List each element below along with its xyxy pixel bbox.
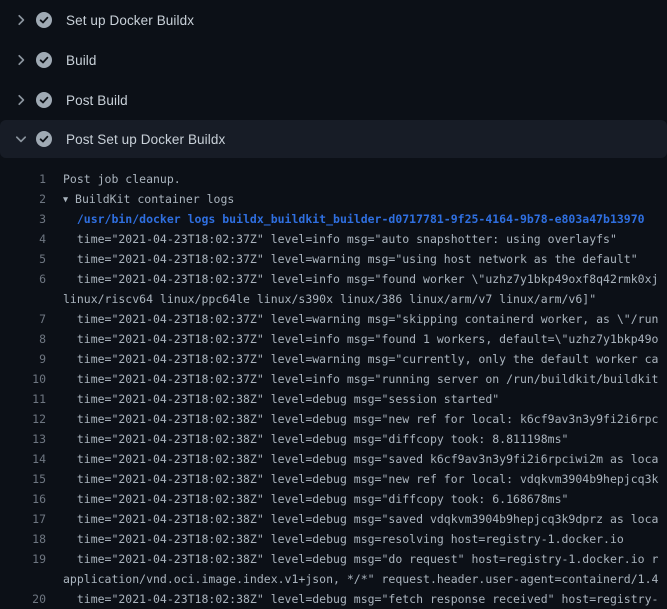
log-line: 7 time="2021-04-23T18:02:37Z" level=warn… xyxy=(0,309,667,329)
log-text: time="2021-04-23T18:02:37Z" level=info m… xyxy=(46,229,617,249)
line-number[interactable]: 5 xyxy=(0,249,46,269)
log-line: 16 time="2021-04-23T18:02:38Z" level=deb… xyxy=(0,489,667,509)
line-number[interactable]: 16 xyxy=(0,489,46,509)
log-line: 11 time="2021-04-23T18:02:38Z" level=deb… xyxy=(0,389,667,409)
log-text: time="2021-04-23T18:02:38Z" level=debug … xyxy=(46,589,658,609)
log-text: time="2021-04-23T18:02:38Z" level=debug … xyxy=(46,389,499,409)
step-label: Set up Docker Buildx xyxy=(66,13,194,28)
log-lines: 1Post job cleanup.2▼ BuildKit container … xyxy=(0,158,667,609)
log-line: 5 time="2021-04-23T18:02:37Z" level=warn… xyxy=(0,249,667,269)
line-number[interactable]: 2 xyxy=(0,189,46,209)
log-text: time="2021-04-23T18:02:38Z" level=debug … xyxy=(46,529,624,549)
log-text: time="2021-04-23T18:02:38Z" level=debug … xyxy=(46,549,658,569)
line-number[interactable]: 13 xyxy=(0,429,46,449)
log-line: 15 time="2021-04-23T18:02:38Z" level=deb… xyxy=(0,469,667,489)
line-number xyxy=(0,289,46,309)
line-number[interactable]: 4 xyxy=(0,229,46,249)
line-number[interactable]: 10 xyxy=(0,369,46,389)
log-line: linux/riscv64 linux/ppc64le linux/s390x … xyxy=(0,289,667,309)
step-header-post-set-up-docker-buildx[interactable]: Post Set up Docker Buildx xyxy=(0,120,667,158)
step-header-build[interactable]: Build xyxy=(0,40,667,80)
log-line: 13 time="2021-04-23T18:02:38Z" level=deb… xyxy=(0,429,667,449)
log-text: time="2021-04-23T18:02:38Z" level=debug … xyxy=(46,489,568,509)
check-circle-icon xyxy=(36,131,52,147)
line-number[interactable]: 19 xyxy=(0,549,46,569)
chevron-right-icon[interactable] xyxy=(13,92,29,108)
log-line: 12 time="2021-04-23T18:02:38Z" level=deb… xyxy=(0,409,667,429)
line-number xyxy=(0,569,46,589)
log-line: 19 time="2021-04-23T18:02:38Z" level=deb… xyxy=(0,549,667,569)
step-header-set-up-docker-buildx[interactable]: Set up Docker Buildx xyxy=(0,0,667,40)
line-number[interactable]: 18 xyxy=(0,529,46,549)
log-command-text: /usr/bin/docker logs buildx_buildkit_bui… xyxy=(46,209,645,229)
check-circle-icon xyxy=(36,12,52,28)
check-circle-icon xyxy=(36,92,52,108)
log-line: 2▼ BuildKit container logs xyxy=(0,189,667,209)
line-number[interactable]: 11 xyxy=(0,389,46,409)
step-label: Post Build xyxy=(66,93,128,108)
log-line: 8 time="2021-04-23T18:02:37Z" level=info… xyxy=(0,329,667,349)
log-text: time="2021-04-23T18:02:37Z" level=info m… xyxy=(46,329,658,349)
step-list: Set up Docker Buildx Build Post Build Po… xyxy=(0,0,667,158)
log-line: 3 /usr/bin/docker logs buildx_buildkit_b… xyxy=(0,209,667,229)
step-label: Post Set up Docker Buildx xyxy=(66,132,225,147)
log-group-header: ▼ BuildKit container logs xyxy=(46,189,234,209)
log-line: 1Post job cleanup. xyxy=(0,169,667,189)
group-label[interactable]: BuildKit container logs xyxy=(68,192,234,206)
log-line: 4 time="2021-04-23T18:02:37Z" level=info… xyxy=(0,229,667,249)
log-text: time="2021-04-23T18:02:38Z" level=debug … xyxy=(46,409,658,429)
log-text: time="2021-04-23T18:02:37Z" level=info m… xyxy=(46,269,658,289)
check-circle-icon xyxy=(36,52,52,68)
line-number[interactable]: 17 xyxy=(0,509,46,529)
log-text: time="2021-04-23T18:02:38Z" level=debug … xyxy=(46,509,658,529)
line-number[interactable]: 1 xyxy=(0,169,46,189)
log-text: application/vnd.oci.image.index.v1+json,… xyxy=(46,569,658,589)
chevron-down-icon[interactable] xyxy=(13,131,29,147)
line-number[interactable]: 15 xyxy=(0,469,46,489)
line-number[interactable]: 3 xyxy=(0,209,46,229)
chevron-right-icon[interactable] xyxy=(13,52,29,68)
line-number[interactable]: 7 xyxy=(0,309,46,329)
log-line: 10 time="2021-04-23T18:02:37Z" level=inf… xyxy=(0,369,667,389)
log-line: application/vnd.oci.image.index.v1+json,… xyxy=(0,569,667,589)
line-number[interactable]: 8 xyxy=(0,329,46,349)
chevron-right-icon[interactable] xyxy=(13,12,29,28)
log-line: 17 time="2021-04-23T18:02:38Z" level=deb… xyxy=(0,509,667,529)
log-line: 6 time="2021-04-23T18:02:37Z" level=info… xyxy=(0,269,667,289)
log-text: time="2021-04-23T18:02:38Z" level=debug … xyxy=(46,469,658,489)
log-text: Post job cleanup. xyxy=(46,169,181,189)
log-text: linux/riscv64 linux/ppc64le linux/s390x … xyxy=(46,289,596,309)
line-number[interactable]: 14 xyxy=(0,449,46,469)
log-text: time="2021-04-23T18:02:37Z" level=info m… xyxy=(46,369,658,389)
log-text: time="2021-04-23T18:02:38Z" level=debug … xyxy=(46,429,568,449)
log-text: time="2021-04-23T18:02:37Z" level=warnin… xyxy=(46,309,658,329)
step-header-post-build[interactable]: Post Build xyxy=(0,80,667,120)
line-number[interactable]: 12 xyxy=(0,409,46,429)
log-line: 20 time="2021-04-23T18:02:38Z" level=deb… xyxy=(0,589,667,609)
group-caret-icon[interactable]: ▼ xyxy=(63,190,68,210)
log-line: 9 time="2021-04-23T18:02:37Z" level=warn… xyxy=(0,349,667,369)
line-number[interactable]: 20 xyxy=(0,589,46,609)
log-text: time="2021-04-23T18:02:38Z" level=debug … xyxy=(46,449,658,469)
log-text: time="2021-04-23T18:02:37Z" level=warnin… xyxy=(46,349,658,369)
step-label: Build xyxy=(66,53,97,68)
line-number[interactable]: 6 xyxy=(0,269,46,289)
line-number[interactable]: 9 xyxy=(0,349,46,369)
log-text: time="2021-04-23T18:02:37Z" level=warnin… xyxy=(46,249,638,269)
log-line: 18 time="2021-04-23T18:02:38Z" level=deb… xyxy=(0,529,667,549)
log-line: 14 time="2021-04-23T18:02:38Z" level=deb… xyxy=(0,449,667,469)
